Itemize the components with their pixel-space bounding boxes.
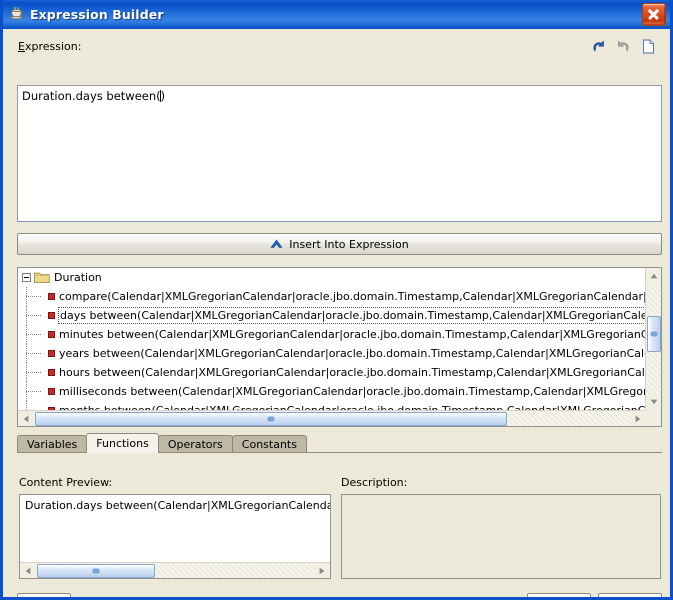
scrollbar-thumb[interactable] xyxy=(35,412,507,426)
tree-connector-icon xyxy=(22,401,48,410)
content-preview-panel[interactable]: Duration.days between(Calendar|XMLGregor… xyxy=(19,494,331,579)
tab-functions[interactable]: Functions xyxy=(86,433,159,453)
tab-label: Operators xyxy=(167,438,223,451)
tab-variables[interactable]: Variables xyxy=(17,435,88,453)
tree-connector-icon xyxy=(22,363,48,382)
tab-label: Variables xyxy=(27,438,78,451)
tree-item-label: days between(Calendar|XMLGregorianCalend… xyxy=(58,307,646,324)
content-preview-label: Content Preview: xyxy=(19,476,113,489)
category-tabs: Variables Functions Operators Constants xyxy=(17,433,307,453)
scroll-right-icon[interactable] xyxy=(630,411,646,426)
window-title: Expression Builder xyxy=(30,6,164,22)
ok-button[interactable]: OK xyxy=(527,593,591,597)
tree-item[interactable]: years between(Calendar|XMLGregorianCalen… xyxy=(18,344,646,363)
insert-into-expression-button[interactable]: Insert Into Expression xyxy=(17,233,662,255)
tree-item-label: hours between(Calendar|XMLGregorianCalen… xyxy=(59,366,646,379)
expression-toolbar xyxy=(589,37,658,56)
tree-item[interactable]: hours between(Calendar|XMLGregorianCalen… xyxy=(18,363,646,382)
thumb-grip-icon xyxy=(650,331,658,337)
dialog-body: Expression: Duration.days between() Inse… xyxy=(3,29,670,597)
tree-horizontal-scrollbar[interactable] xyxy=(18,410,646,426)
java-coffee-cup-icon xyxy=(8,5,26,23)
tree-item-selected[interactable]: days between(Calendar|XMLGregorianCalend… xyxy=(18,306,646,325)
tree-item-label: minutes between(Calendar|XMLGregorianCal… xyxy=(59,328,646,341)
scroll-down-icon[interactable] xyxy=(646,394,661,410)
tree-connector-icon xyxy=(22,344,48,363)
new-document-icon[interactable] xyxy=(639,37,658,56)
expression-value-before: Duration.days between( xyxy=(22,89,161,103)
up-arrow-icon xyxy=(270,239,283,250)
expression-text: Duration.days between() xyxy=(22,89,657,104)
preview-horizontal-scrollbar[interactable] xyxy=(20,562,330,578)
tree-connector-icon xyxy=(22,325,48,344)
tab-constants[interactable]: Constants xyxy=(231,435,307,453)
tree-root-node[interactable]: Duration xyxy=(18,268,646,287)
expression-input[interactable]: Duration.days between() xyxy=(17,85,662,222)
insert-button-label: Insert Into Expression xyxy=(289,237,409,251)
scrollbar-corner xyxy=(645,410,661,426)
tree-vertical-scrollbar[interactable] xyxy=(645,268,661,410)
expression-builder-window: Expression Builder Expression: Duration.… xyxy=(0,0,673,600)
scrollbar-thumb[interactable] xyxy=(647,316,661,352)
tree-connector-icon xyxy=(22,306,48,325)
help-button[interactable]: Help xyxy=(17,593,71,597)
expression-value-after: ) xyxy=(160,89,166,103)
tree-item-label: months between(Calendar|XMLGregorianCale… xyxy=(59,401,646,410)
redo-icon xyxy=(614,37,633,56)
tab-operators[interactable]: Operators xyxy=(157,435,233,453)
undo-icon[interactable] xyxy=(589,37,608,56)
tree-item-label: milliseconds between(Calendar|XMLGregori… xyxy=(59,385,646,398)
thumb-grip-icon xyxy=(92,568,100,574)
thumb-grip-icon xyxy=(267,416,275,422)
tree-item[interactable]: milliseconds between(Calendar|XMLGregori… xyxy=(18,382,646,401)
function-node-icon xyxy=(48,312,55,319)
scroll-left-icon[interactable] xyxy=(18,411,34,426)
title-bar: Expression Builder xyxy=(3,0,670,29)
tree-item[interactable]: compare(Calendar|XMLGregorianCalendar|or… xyxy=(18,287,646,306)
tree-item-label: compare(Calendar|XMLGregorianCalendar|or… xyxy=(59,290,646,303)
function-node-icon xyxy=(48,293,55,300)
tab-label: Functions xyxy=(96,437,149,450)
collapse-toggle-icon[interactable] xyxy=(22,273,31,282)
scroll-right-icon[interactable] xyxy=(314,563,330,578)
tree-connector-icon xyxy=(22,287,48,306)
functions-tree[interactable]: Duration compare(Calendar|XMLGregorianCa… xyxy=(18,268,646,410)
function-node-icon xyxy=(48,331,55,338)
description-label: Description: xyxy=(341,476,408,489)
folder-icon xyxy=(34,271,50,284)
tab-label: Constants xyxy=(241,438,297,451)
function-node-icon xyxy=(48,350,55,357)
expression-header: Expression: xyxy=(18,37,658,55)
cancel-button[interactable]: Cancel xyxy=(598,593,662,597)
tree-connector-icon xyxy=(22,382,48,401)
expression-label: Expression: xyxy=(18,39,82,53)
tree-root-label: Duration xyxy=(54,271,102,284)
content-preview-text: Duration.days between(Calendar|XMLGregor… xyxy=(25,499,330,512)
tree-item[interactable]: minutes between(Calendar|XMLGregorianCal… xyxy=(18,325,646,344)
scrollbar-thumb[interactable] xyxy=(37,564,155,578)
function-node-icon xyxy=(48,369,55,376)
scroll-left-icon[interactable] xyxy=(20,563,36,578)
functions-tree-panel: Duration compare(Calendar|XMLGregorianCa… xyxy=(17,267,662,427)
function-node-icon xyxy=(48,388,55,395)
scroll-up-icon[interactable] xyxy=(646,268,661,284)
close-icon[interactable] xyxy=(642,2,666,26)
description-panel xyxy=(341,494,661,579)
tree-item[interactable]: months between(Calendar|XMLGregorianCale… xyxy=(18,401,646,410)
tree-item-label: years between(Calendar|XMLGregorianCalen… xyxy=(59,347,646,360)
